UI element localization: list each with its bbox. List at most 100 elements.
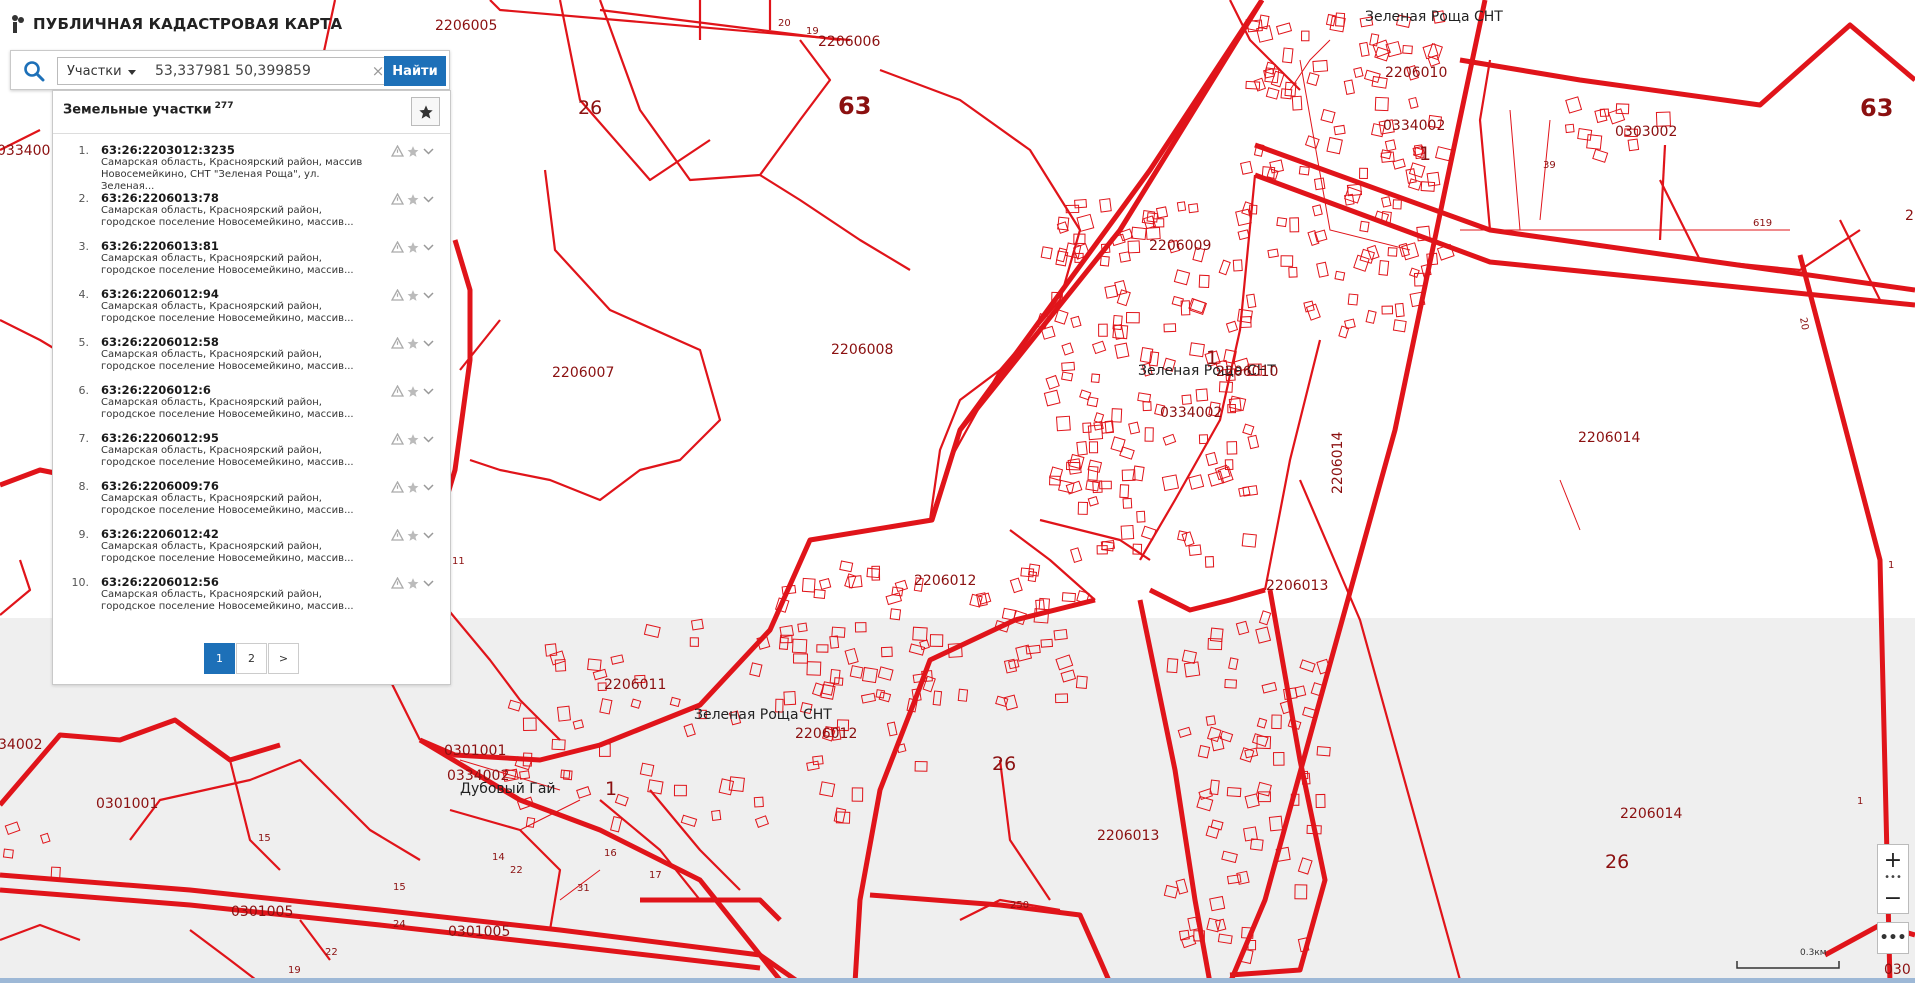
result-cadastral-number[interactable]: 63:26:2206009:76 (101, 479, 219, 493)
map-label: 2206012 (795, 726, 857, 742)
warning-icon[interactable] (391, 433, 404, 445)
result-address: Самарская область, Красноярский район, г… (101, 541, 354, 564)
result-cadastral-number[interactable]: 63:26:2206012:95 (101, 431, 219, 445)
warning-icon[interactable] (391, 385, 404, 397)
map-label: 63 (1860, 94, 1893, 122)
chevron-down-icon[interactable] (422, 290, 435, 300)
results-header: Земельные участки 277 (53, 91, 450, 134)
chevron-down-icon[interactable] (422, 386, 435, 396)
result-actions (391, 240, 437, 254)
map-label: 19 (806, 26, 819, 37)
warning-icon[interactable] (391, 193, 404, 205)
warning-icon[interactable] (391, 529, 404, 541)
result-item[interactable]: 4. 63:26:2206012:94 Самарская область, Кра… (53, 284, 450, 332)
star-icon[interactable] (406, 433, 420, 446)
object-type-select[interactable]: Участки (57, 57, 143, 85)
zoom-out-button[interactable]: − (1878, 883, 1908, 913)
result-item[interactable]: 7. 63:26:2206012:95 Самарская область, Кра… (53, 428, 450, 476)
result-cadastral-number[interactable]: 63:26:2203012:3235 (101, 143, 235, 157)
warning-icon[interactable] (391, 577, 404, 589)
map-label: 22 (325, 947, 338, 958)
chevron-down-icon[interactable] (422, 482, 435, 492)
result-item[interactable]: 3. 63:26:2206013:81 Самарская область, Кра… (53, 236, 450, 284)
star-icon[interactable] (406, 385, 420, 398)
result-item[interactable]: 10. 63:26:2206012:56 Самарская область, Кр… (53, 572, 450, 620)
clear-icon[interactable]: × (371, 62, 385, 80)
result-item[interactable]: 8. 63:26:2206009:76 Самарская область, Кра… (53, 476, 450, 524)
search-bar: Участки × Найти (10, 50, 450, 90)
result-item[interactable]: 1. 63:26:2203012:3235 Самарская область, К… (53, 140, 450, 192)
result-cadastral-number[interactable]: 63:26:2206012:42 (101, 527, 219, 541)
warning-icon[interactable] (391, 481, 404, 493)
app-logo-icon (12, 15, 24, 33)
result-item[interactable]: 6. 63:26:2206012:6 Самарская область, Крас… (53, 380, 450, 428)
app-title-text: ПУБЛИЧНАЯ КАДАСТРОВАЯ КАРТА (33, 15, 343, 33)
star-icon[interactable] (406, 241, 420, 254)
page-2-button[interactable]: 2 (236, 643, 267, 674)
page-1-button[interactable]: 1 (204, 643, 235, 674)
chevron-down-icon (127, 69, 136, 75)
result-item[interactable]: 5. 63:26:2206012:58 Самарская область, Кра… (53, 332, 450, 380)
map-label: 34002 (0, 737, 43, 753)
chevron-down-icon[interactable] (422, 578, 435, 588)
warning-icon[interactable] (391, 289, 404, 301)
result-actions (391, 432, 437, 446)
map-label: 030 (1884, 962, 1911, 978)
map-label: 26 (1605, 851, 1629, 873)
next-page-button[interactable]: > (268, 643, 299, 674)
result-cadastral-number[interactable]: 63:26:2206013:78 (101, 191, 219, 205)
chevron-down-icon[interactable] (422, 242, 435, 252)
map-label: 39 (1543, 160, 1556, 171)
star-icon[interactable] (406, 337, 420, 350)
map-label: 2206013 (1097, 828, 1159, 844)
warning-icon[interactable] (391, 337, 404, 349)
favorites-button[interactable] (411, 97, 440, 126)
result-item[interactable]: 9. 63:26:2206012:42 Самарская область, Кра… (53, 524, 450, 572)
star-icon[interactable] (406, 145, 420, 158)
map-label: 0301001 (444, 743, 506, 759)
zoom-slider-handle[interactable]: ••• (1878, 873, 1908, 883)
result-cadastral-number[interactable]: 63:26:2206012:6 (101, 383, 211, 397)
result-number: 6. (78, 384, 90, 397)
results-title-text: Земельные участки (63, 102, 212, 118)
map-label: 1 (1419, 143, 1431, 165)
result-cadastral-number[interactable]: 63:26:2206012:58 (101, 335, 219, 349)
map-label: 2206014 (1620, 806, 1682, 822)
result-cadastral-number[interactable]: 63:26:2206012:56 (101, 575, 219, 589)
chevron-down-icon[interactable] (422, 338, 435, 348)
star-icon[interactable] (406, 529, 420, 542)
chevron-down-icon[interactable] (422, 434, 435, 444)
map-label: 2206013 (1266, 578, 1328, 594)
result-number: 7. (78, 432, 90, 445)
map-label: 19 (288, 965, 301, 976)
star-icon[interactable] (406, 289, 420, 302)
star-icon[interactable] (406, 481, 420, 494)
result-address: Самарская область, Красноярский район, г… (101, 397, 354, 420)
zoom-in-button[interactable]: + (1878, 845, 1908, 875)
map-label: 0303002 (1615, 124, 1677, 140)
result-cadastral-number[interactable]: 63:26:2206013:81 (101, 239, 219, 253)
result-item[interactable]: 2. 63:26:2206013:78 Самарская область, Кра… (53, 188, 450, 236)
map-label: 1 (1857, 796, 1863, 807)
chevron-down-icon[interactable] (422, 530, 435, 540)
search-input[interactable] (142, 57, 392, 85)
more-button[interactable]: ••• (1877, 922, 1909, 954)
warning-icon[interactable] (391, 145, 404, 157)
find-button[interactable]: Найти (384, 56, 446, 86)
result-address: Самарская область, Красноярский район, г… (101, 349, 354, 372)
results-title: Земельные участки 277 (63, 101, 233, 117)
chevron-down-icon[interactable] (422, 194, 435, 204)
star-icon[interactable] (406, 193, 420, 206)
search-icon[interactable] (23, 60, 45, 82)
map-label: 2206007 (552, 365, 614, 381)
warning-icon[interactable] (391, 241, 404, 253)
result-cadastral-number[interactable]: 63:26:2206012:94 (101, 287, 219, 301)
map-label: 0301005 (231, 904, 293, 920)
star-icon[interactable] (406, 577, 420, 590)
map-label: 17 (649, 870, 662, 881)
result-address: Самарская область, Красноярский район, г… (101, 205, 354, 228)
result-actions (391, 384, 437, 398)
map-label: 14 (492, 852, 505, 863)
results-count: 277 (214, 101, 234, 111)
chevron-down-icon[interactable] (422, 146, 435, 156)
